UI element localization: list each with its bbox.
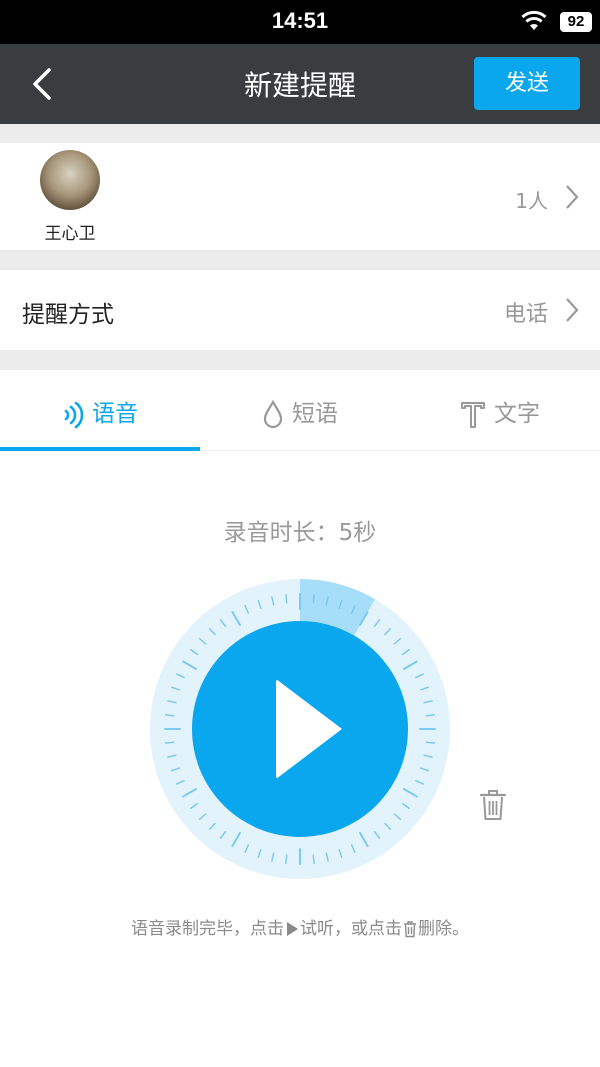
dial-tick: [425, 714, 436, 717]
send-button[interactable]: 发送: [474, 57, 580, 110]
status-bar: 14:51 92: [0, 0, 600, 44]
section-divider: [0, 250, 600, 270]
recipient-row[interactable]: 王心卫 1人: [0, 143, 600, 250]
play-icon: [276, 679, 342, 779]
dial-tick: [164, 714, 175, 717]
wifi-icon: [521, 10, 547, 30]
trash-small-icon: [404, 921, 416, 938]
hint-text: 语音录制完毕，点击 试听，或点击 删除。: [131, 919, 469, 939]
chevron-right-icon: [566, 298, 579, 322]
chevron-right-icon: [566, 185, 579, 209]
dial-tick: [312, 593, 315, 604]
voice-wave-icon: [64, 401, 84, 428]
dial-tick: [285, 854, 288, 865]
dial-tick: [164, 741, 175, 744]
tab-voice-label: 语音: [92, 401, 138, 427]
active-tab-indicator: [0, 447, 200, 451]
status-time: 14:51: [271, 8, 329, 33]
reminder-method-row[interactable]: 提醒方式 电话: [0, 270, 600, 350]
tab-text-label: 文字: [494, 401, 540, 427]
text-t-icon: [461, 401, 485, 428]
drop-icon: [263, 399, 283, 428]
dial-tick: [425, 741, 436, 744]
section-divider: [0, 124, 600, 143]
nav-bar: 新建提醒 发送: [0, 44, 600, 124]
tab-phrase[interactable]: 短语: [200, 370, 400, 450]
trash-icon[interactable]: [478, 788, 508, 822]
recording-duration: 录音时长：5秒: [223, 520, 377, 546]
battery-level: 92: [560, 12, 592, 32]
reminder-method-value: 电话: [503, 302, 548, 327]
tab-bar: 语音 短语 文字: [0, 370, 600, 451]
play-button[interactable]: [192, 621, 408, 837]
play-small-icon: [287, 922, 298, 936]
section-divider: [0, 350, 600, 370]
dial-tick: [312, 854, 315, 865]
tab-text[interactable]: 文字: [400, 370, 600, 450]
tab-voice[interactable]: 语音: [0, 370, 200, 451]
recipient-name: 王心卫: [44, 224, 96, 244]
reminder-method-label: 提醒方式: [22, 302, 114, 328]
dial-tick: [285, 593, 288, 604]
recipient-count: 1人: [515, 189, 548, 213]
avatar: [40, 150, 100, 210]
tab-phrase-label: 短语: [292, 401, 338, 427]
